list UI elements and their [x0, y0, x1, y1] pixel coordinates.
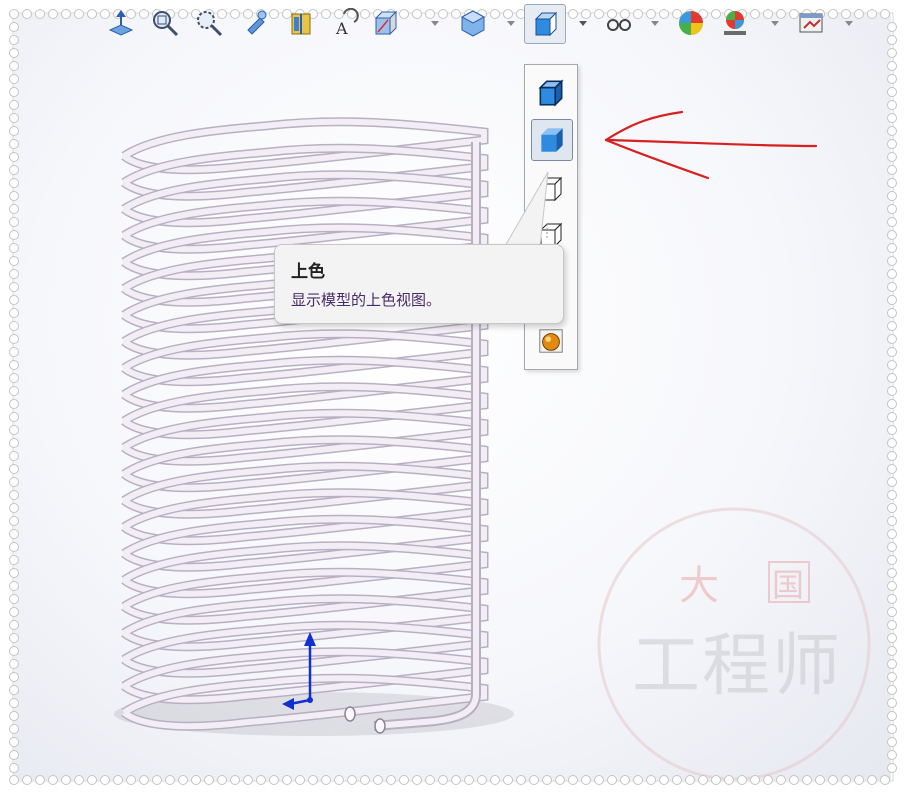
view-settings-icon[interactable] — [794, 6, 828, 40]
svg-text:A: A — [335, 19, 348, 38]
shaded-with-edges-icon[interactable] — [531, 73, 571, 113]
hide-show-items-icon[interactable] — [456, 6, 490, 40]
screenshot-frame: 大 国 工程师 A 上色 显示模型的上色视图。 — [0, 0, 906, 794]
chevron-down-icon[interactable] — [844, 18, 854, 28]
zoom-to-area-icon[interactable] — [192, 6, 226, 40]
chevron-down-icon[interactable] — [770, 18, 780, 28]
dynamic-annotation-icon[interactable]: A — [328, 6, 362, 40]
edit-appearance-icon[interactable] — [674, 6, 708, 40]
zoom-to-fit-icon[interactable] — [148, 6, 182, 40]
chevron-down-icon[interactable] — [506, 18, 516, 28]
chevron-down-icon[interactable] — [430, 18, 440, 28]
tooltip-title: 上色 — [291, 262, 325, 282]
hidden-lines-removed-icon[interactable] — [531, 169, 571, 209]
view-orientation-dropdown-icon[interactable] — [368, 6, 402, 40]
section-view-icon[interactable] — [284, 6, 318, 40]
render-icon[interactable] — [531, 321, 571, 361]
view-orientation-icon[interactable] — [104, 6, 138, 40]
heads-up-view-toolbar: A — [100, 0, 860, 44]
display-style-flyout — [524, 64, 578, 370]
chevron-down-icon[interactable] — [650, 18, 660, 28]
apply-scene-icon[interactable] — [718, 6, 752, 40]
tooltip-description: 显示模型的上色视图。 — [291, 291, 442, 309]
previous-view-icon[interactable] — [240, 6, 274, 40]
shaded-icon[interactable] — [531, 119, 573, 161]
graphics-area[interactable]: 大 国 工程师 — [14, 14, 891, 780]
chevron-down-icon[interactable] — [578, 18, 588, 28]
tooltip: 上色 显示模型的上色视图。 — [274, 244, 564, 324]
coordinate-triad — [282, 632, 316, 710]
display-style-icon[interactable] — [524, 4, 566, 44]
hide-show-items-icon[interactable] — [602, 6, 636, 40]
